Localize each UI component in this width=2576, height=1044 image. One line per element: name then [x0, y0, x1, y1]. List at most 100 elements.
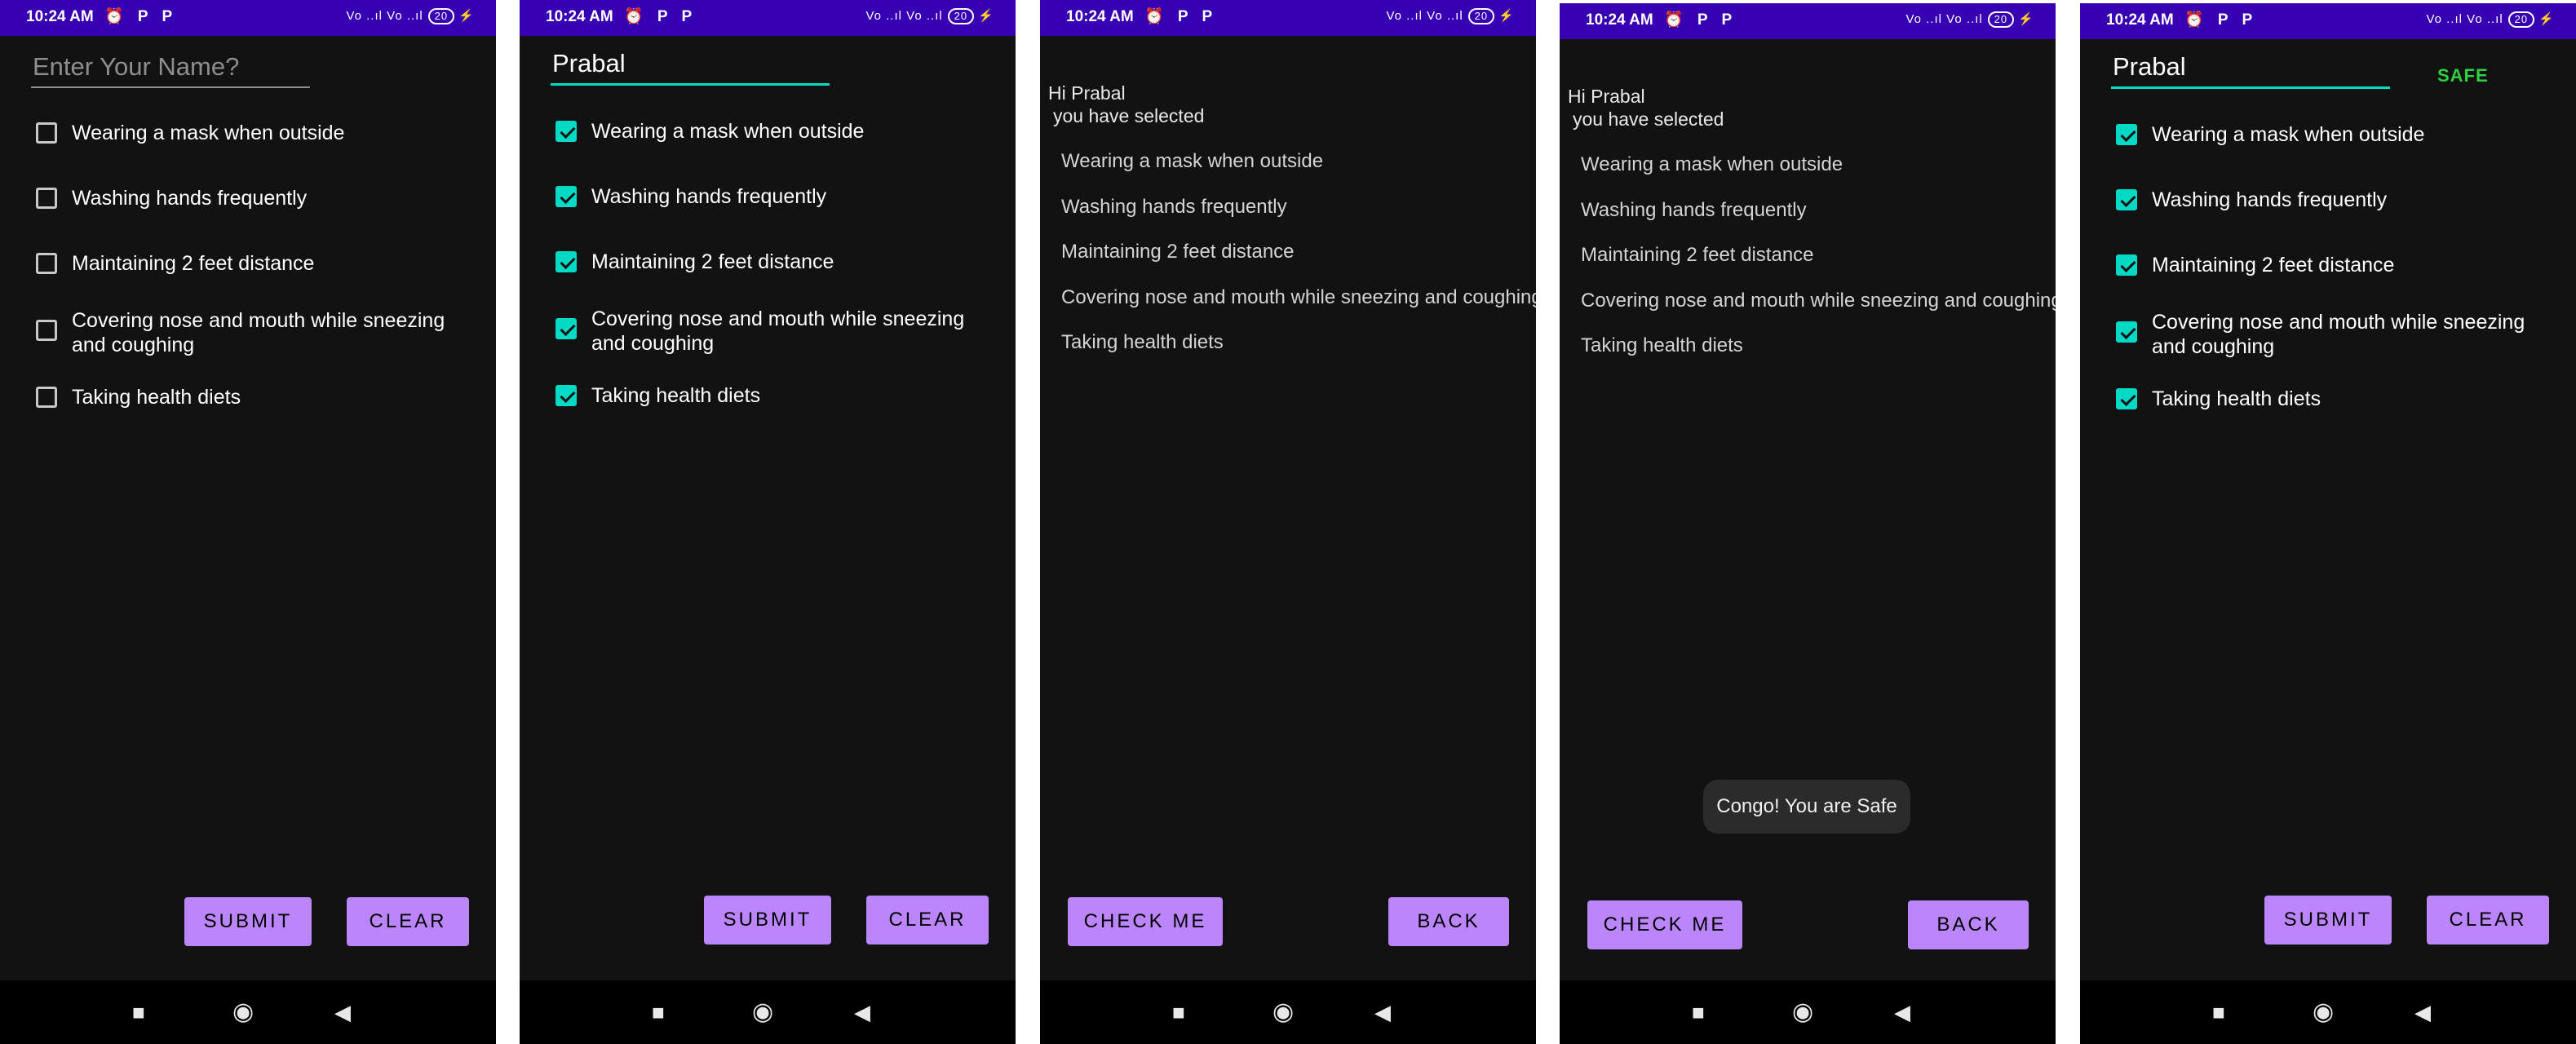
checkbox-label: Wearing a mask when outside — [591, 120, 865, 143]
signal-icon: Vo ..ıl Vo ..ıl 20 ⚡ — [865, 8, 994, 24]
back-icon[interactable]: ◀ — [854, 998, 870, 1026]
checkbox-box[interactable] — [36, 387, 57, 408]
clear-button[interactable]: CLEAR — [866, 896, 989, 944]
status-time: 10:24 AM — [1586, 11, 1653, 29]
checkbox-box[interactable] — [36, 122, 57, 144]
status-bar: 10:24 AM ⏰ P P Vo ..ıl Vo ..ıl 20 ⚡ — [1040, 0, 1536, 36]
signal-icon: Vo ..ıl Vo ..ıl 20 ⚡ — [1905, 11, 2034, 28]
recents-icon[interactable]: ■ — [2212, 998, 2225, 1026]
status-bar: 10:24 AM ⏰ P P Vo ..ıl Vo ..ıl 20 ⚡ — [520, 0, 1016, 36]
nav-bar: ■ ◉ ◀ — [1040, 980, 1536, 1044]
checkbox-label: Taking health diets — [72, 386, 241, 409]
toast-message: Congo! You are Safe — [1703, 780, 1910, 834]
phone-screen-2: 10:24 AM ⏰ P P Vo ..ıl Vo ..ıl20 ⚡ Weari… — [520, 0, 1016, 1044]
battery-icon: 20 — [947, 8, 975, 24]
checkbox-label: Maintaining 2 feet distance — [2152, 254, 2395, 276]
selected-item: Maintaining 2 feet distance — [1061, 241, 1295, 263]
recents-icon[interactable]: ■ — [132, 998, 145, 1026]
checkbox-label: Taking health diets — [2152, 387, 2321, 410]
checkbox-box[interactable] — [2116, 321, 2137, 343]
submit-button[interactable]: SUBMIT — [184, 897, 312, 946]
alarm-icon: ⏰ P P — [1144, 8, 1218, 25]
back-icon[interactable]: ◀ — [2414, 998, 2431, 1026]
selected-item: Covering nose and mouth while sneezing a… — [1061, 286, 1536, 308]
battery-icon: 20 — [427, 8, 455, 24]
name-input[interactable] — [2111, 52, 2390, 89]
home-icon[interactable]: ◉ — [2313, 998, 2334, 1026]
signal-icon: Vo ..ıl Vo ..ıl 20 ⚡ — [2426, 11, 2555, 28]
selected-heading: you have selected — [1573, 108, 1724, 130]
signal-icon: Vo ..ıl Vo ..ıl 20 ⚡ — [1386, 8, 1515, 24]
nav-bar: ■ ◉ ◀ — [1560, 980, 2056, 1044]
checkbox-box[interactable] — [2116, 189, 2137, 210]
home-icon[interactable]: ◉ — [1792, 998, 1813, 1026]
selected-item: Wearing a mask when outside — [1581, 153, 1843, 175]
selected-item: Washing hands frequently — [1581, 199, 1807, 221]
battery-icon: 20 — [2507, 11, 2535, 28]
selected-item: Covering nose and mouth while sneezing a… — [1581, 290, 2056, 312]
alarm-icon: ⏰ P P — [1664, 11, 1737, 29]
status-time: 10:24 AM — [26, 8, 94, 25]
home-icon[interactable]: ◉ — [232, 998, 254, 1026]
checkbox-box[interactable] — [555, 121, 577, 142]
back-icon[interactable]: ◀ — [1374, 998, 1391, 1026]
name-input[interactable] — [551, 49, 830, 86]
phone-screen-3: 10:24 AM ⏰ P P Vo ..ıl Vo ..ıl 20 ⚡ Hi Pr… — [1040, 0, 1536, 1044]
checkbox-box[interactable] — [555, 318, 577, 339]
checkbox-box[interactable] — [555, 186, 577, 207]
nav-bar: ■ ◉ ◀ — [0, 980, 496, 1044]
signal-icon: Vo ..ıl Vo ..ıl 20 ⚡ — [346, 8, 475, 24]
phone-screen-1: 10:24 AM ⏰ P P Vo ..ıl Vo ..ıl20 ⚡ Weari… — [0, 0, 496, 1044]
checkbox-box[interactable] — [2116, 124, 2137, 145]
check-me-button[interactable]: CHECK ME — [1587, 900, 1742, 949]
checkbox-box[interactable] — [36, 253, 57, 274]
recents-icon[interactable]: ■ — [652, 998, 665, 1026]
home-icon[interactable]: ◉ — [1273, 998, 1294, 1026]
check-me-button[interactable]: CHECK ME — [1068, 897, 1223, 946]
home-icon[interactable]: ◉ — [752, 998, 773, 1026]
checkbox-label: Taking health diets — [591, 384, 761, 407]
phone-screen-5: 10:24 AM ⏰ P P Vo ..ıl Vo ..ıl20 ⚡ SAFE … — [2080, 3, 2576, 1044]
checkbox-box[interactable] — [2116, 254, 2137, 276]
checkbox-label: Covering nose and mouth while sneezing a… — [2152, 311, 2525, 358]
greeting-text: Hi Prabal — [1048, 82, 1126, 104]
selected-item: Washing hands frequently — [1061, 196, 1287, 218]
checkbox-box[interactable] — [555, 251, 577, 272]
nav-bar: ■ ◉ ◀ — [520, 980, 1016, 1044]
selected-item: Wearing a mask when outside — [1061, 150, 1324, 172]
back-button[interactable]: BACK — [1388, 897, 1509, 946]
submit-button[interactable]: SUBMIT — [2264, 896, 2392, 944]
alarm-icon: ⏰ P P — [2184, 11, 2258, 29]
status-time: 10:24 AM — [1066, 8, 1134, 25]
name-input[interactable] — [31, 52, 310, 88]
selected-heading: you have selected — [1053, 105, 1205, 126]
checkbox-label: Covering nose and mouth while sneezing a… — [591, 307, 965, 355]
checkbox-box[interactable] — [36, 320, 57, 341]
recents-icon[interactable]: ■ — [1172, 998, 1185, 1026]
clear-button[interactable]: CLEAR — [347, 897, 469, 946]
checkbox-box[interactable] — [555, 385, 577, 406]
checkbox-box[interactable] — [2116, 388, 2137, 409]
clear-button[interactable]: CLEAR — [2427, 896, 2549, 944]
nav-bar: ■ ◉ ◀ — [2080, 980, 2576, 1044]
status-time: 10:24 AM — [2106, 11, 2174, 29]
checkbox-label: Washing hands frequently — [2152, 188, 2388, 211]
battery-icon: 20 — [1987, 11, 2015, 28]
back-icon[interactable]: ◀ — [334, 998, 351, 1026]
submit-button[interactable]: SUBMIT — [704, 896, 831, 944]
checkbox-label: Wearing a mask when outside — [72, 122, 345, 144]
status-time: 10:24 AM — [546, 8, 613, 25]
status-bar: 10:24 AM ⏰ P P Vo ..ıl Vo ..ıl 20 ⚡ — [1560, 3, 2056, 39]
checkbox-label: Washing hands frequently — [72, 187, 308, 210]
safe-status-label: SAFE — [2437, 65, 2489, 86]
back-button[interactable]: BACK — [1908, 900, 2029, 949]
selected-item: Taking health diets — [1061, 331, 1224, 353]
checkbox-label: Covering nose and mouth while sneezing a… — [72, 309, 445, 356]
recents-icon[interactable]: ■ — [1692, 998, 1705, 1026]
checkbox-box[interactable] — [36, 188, 57, 209]
alarm-icon: ⏰ P P — [624, 8, 697, 25]
phone-screen-4: 10:24 AM ⏰ P P Vo ..ıl Vo ..ıl 20 ⚡ Hi Pr… — [1560, 3, 2056, 1044]
greeting-text: Hi Prabal — [1568, 86, 1645, 107]
status-bar: 10:24 AM ⏰ P P Vo ..ıl Vo ..ıl 20 ⚡ — [2080, 3, 2576, 39]
back-icon[interactable]: ◀ — [1894, 998, 1910, 1026]
